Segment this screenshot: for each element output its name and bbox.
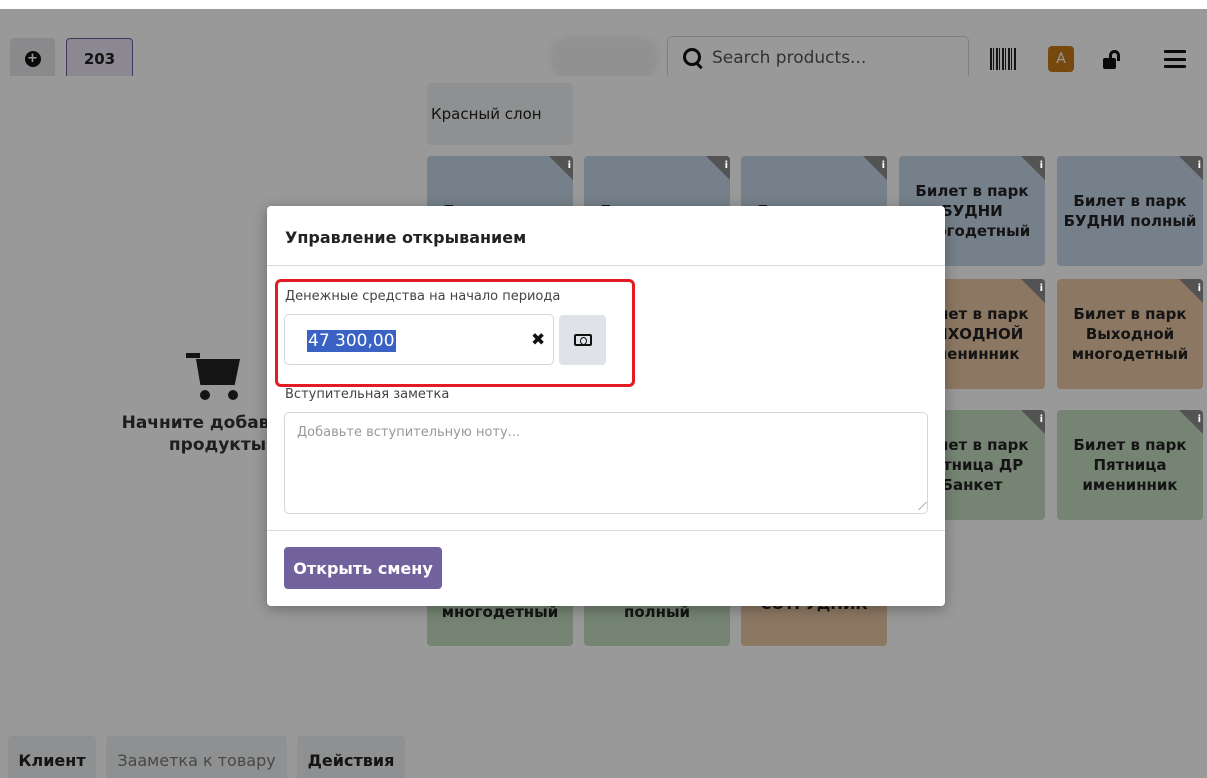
opening-cash-value: 47 300,00 [307,330,396,352]
info-icon[interactable]: i [1198,279,1201,299]
info-icon[interactable]: i [1040,156,1043,176]
cash-label: Денежные средства на начало периода [285,289,561,304]
info-icon[interactable]: i [882,156,885,176]
info-icon[interactable]: i [1198,156,1201,176]
info-icon[interactable]: i [1040,410,1043,430]
dialog-footer-divider [267,530,945,531]
dialog-header: Управление открыванием [267,206,945,266]
opening-note-input[interactable] [284,412,928,514]
opening-cash-input[interactable]: 47 300,00 ✖ [284,314,554,365]
info-icon[interactable]: i [568,156,571,176]
info-icon[interactable]: i [1040,279,1043,299]
money-bill-icon [573,334,592,346]
note-label: Вступительная заметка [285,387,450,402]
info-icon[interactable]: i [725,156,728,176]
info-icon[interactable]: i [1198,410,1201,430]
open-session-button[interactable]: Открыть смену [284,547,442,589]
opening-control-dialog: Управление открыванием Денежные средства… [267,206,945,606]
dialog-title: Управление открыванием [285,228,527,247]
cash-details-button[interactable] [559,315,606,365]
clear-icon[interactable]: ✖ [531,330,545,350]
